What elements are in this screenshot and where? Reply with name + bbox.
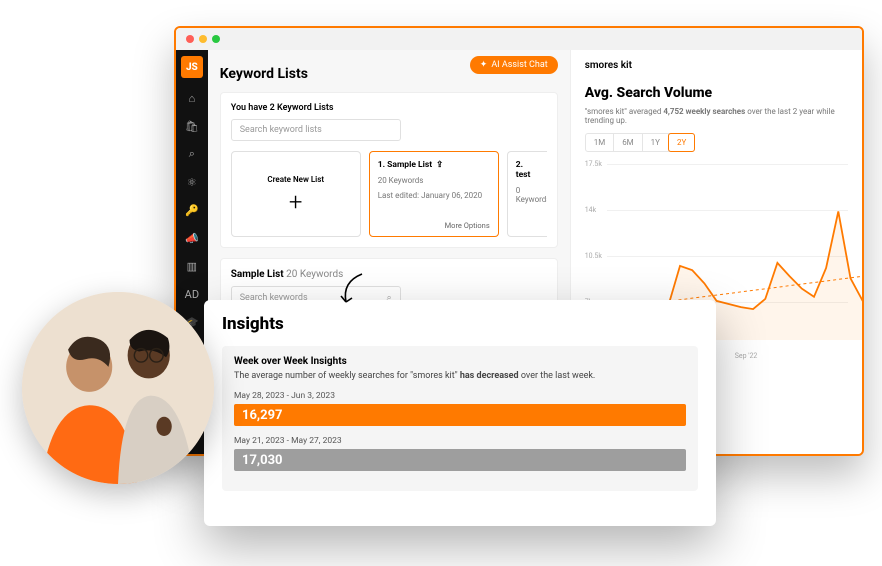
list-name: 1. Sample List xyxy=(378,160,432,170)
search-placeholder: Search keyword lists xyxy=(240,125,322,135)
bag-icon[interactable]: 🛍 xyxy=(184,118,200,134)
share-icon: ⇪ xyxy=(436,160,443,170)
list-name: 2. test xyxy=(516,160,539,180)
lists-card: You have 2 Keyword Lists Search keyword … xyxy=(220,92,558,248)
range-2y[interactable]: 2Y xyxy=(668,133,695,152)
create-list-label: Create New List xyxy=(267,175,324,184)
range-1m[interactable]: 1M xyxy=(586,134,614,151)
ytick: 10.5k xyxy=(585,252,602,260)
list-card-sample[interactable]: 1. Sample List ⇪ 20 Keywords Last edited… xyxy=(369,151,499,237)
graph-icon[interactable]: ⚛ xyxy=(184,174,200,190)
insights-panel: Insights Week over Week Insights The ave… xyxy=(204,300,716,526)
ai-assist-label: AI Assist Chat xyxy=(491,60,547,70)
insight-bar-current: May 28, 2023 - Jun 3, 2023 16,297 xyxy=(234,391,686,426)
bar-label: May 28, 2023 - Jun 3, 2023 xyxy=(234,391,686,401)
arrow-icon xyxy=(332,270,372,310)
bar-value: 17,030 xyxy=(234,449,686,471)
ytick: 14k xyxy=(585,206,596,214)
close-icon[interactable] xyxy=(186,35,194,43)
search-lists-input[interactable]: Search keyword lists xyxy=(231,119,401,141)
insight-bar-previous: May 21, 2023 - May 27, 2023 17,030 xyxy=(234,436,686,471)
xtick: Sep '22 xyxy=(735,352,758,360)
people-avatar xyxy=(22,292,214,484)
search-icon[interactable]: ⌕ xyxy=(184,146,200,162)
range-6m[interactable]: 6M xyxy=(614,134,642,151)
insights-text: The average number of weekly searches fo… xyxy=(234,371,686,381)
insights-header: Week over Week Insights xyxy=(234,356,686,367)
more-options-button[interactable]: More Options xyxy=(445,221,490,230)
ai-assist-button[interactable]: ✦ AI Assist Chat xyxy=(470,56,558,74)
chart-title: Avg. Search Volume xyxy=(585,85,848,101)
list-edited: Last edited: January 06, 2020 xyxy=(378,191,490,200)
keyword-title: smores kit xyxy=(585,60,848,71)
key-icon[interactable]: 🔑 xyxy=(184,202,200,218)
range-selector[interactable]: 1M 6M 1Y 2Y xyxy=(585,133,696,152)
table-header: Sample List 20 Keywords xyxy=(231,269,547,280)
bar-label: May 21, 2023 - May 27, 2023 xyxy=(234,436,686,446)
ytick: 17.5k xyxy=(585,160,602,168)
create-list-card[interactable]: Create New List + xyxy=(231,151,361,237)
list-kw-count: 20 Keywords xyxy=(378,176,490,185)
minimize-icon[interactable] xyxy=(199,35,207,43)
lists-count-text: You have 2 Keyword Lists xyxy=(231,103,547,113)
maximize-icon[interactable] xyxy=(212,35,220,43)
insights-title: Insights xyxy=(222,314,698,334)
range-1y[interactable]: 1Y xyxy=(643,134,669,151)
list-card-test[interactable]: 2. test 0 Keywords xyxy=(507,151,547,237)
bars-icon[interactable]: ▥ xyxy=(184,258,200,274)
chart-summary: "smores kit" averaged 4,752 weekly searc… xyxy=(585,107,848,125)
ad-icon[interactable]: AD xyxy=(184,286,200,302)
bar-value: 16,297 xyxy=(234,404,686,426)
megaphone-icon[interactable]: 📣 xyxy=(184,230,200,246)
home-icon[interactable]: ⌂ xyxy=(184,90,200,106)
app-logo: JS xyxy=(181,56,203,78)
list-kw-count: 0 Keywords xyxy=(516,186,539,204)
sparkle-icon: ✦ xyxy=(480,60,488,70)
window-title-bar xyxy=(176,28,862,50)
plus-icon: + xyxy=(289,190,303,214)
table-name: Sample List xyxy=(231,269,284,280)
